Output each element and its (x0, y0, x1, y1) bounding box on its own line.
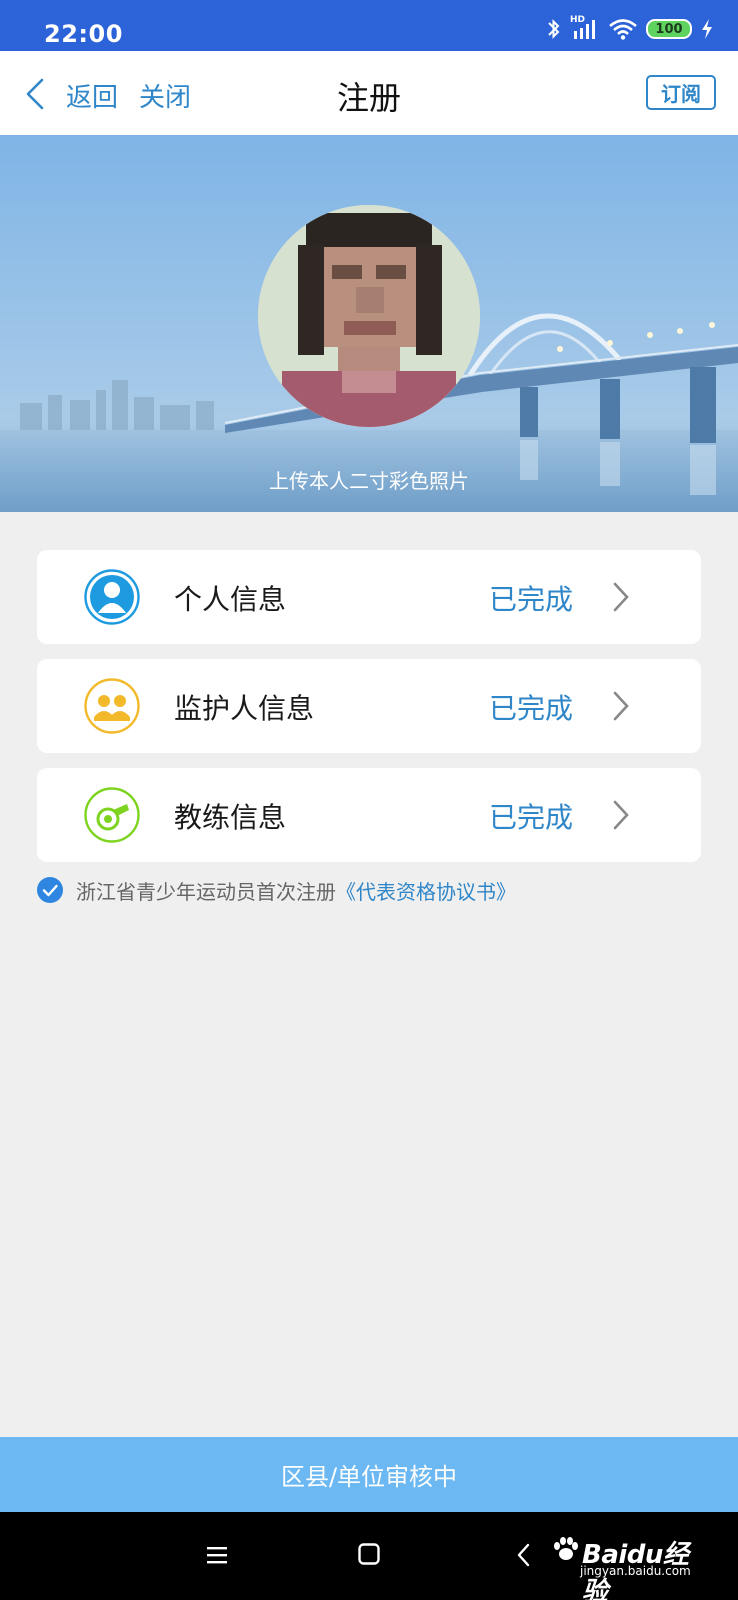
checkbox-checked-icon[interactable] (37, 877, 63, 903)
card-label: 监护人信息 (174, 692, 315, 725)
card-status: 已完成 (489, 692, 574, 725)
back-nav-icon[interactable] (515, 1542, 531, 1568)
chevron-right-icon (613, 582, 629, 612)
guardian-icon (84, 678, 140, 734)
person-icon (84, 569, 140, 625)
upload-photo-caption[interactable]: 上传本人二寸彩色照片 (0, 465, 738, 494)
review-status-button[interactable]: 区县/单位审核中 (0, 1437, 738, 1512)
card-status: 已完成 (489, 583, 574, 616)
baidu-watermark: Baidu经验 jingyan.baidu.com (552, 1534, 702, 1600)
page-title: 注册 (336, 79, 401, 117)
signal-icon: HD (570, 15, 600, 41)
watermark-site: jingyan.baidu.com (580, 1564, 691, 1578)
status-time: 22:00 (44, 20, 123, 48)
charging-icon (702, 19, 712, 39)
personal-info-card[interactable]: 个人信息 已完成 (37, 550, 701, 644)
menu-icon[interactable] (205, 1544, 229, 1566)
subscribe-button[interactable]: 订阅 (646, 75, 716, 110)
nav-bar: 返回 关闭 注册 订阅 (0, 51, 738, 135)
card-status: 已完成 (489, 801, 574, 834)
wifi-icon (609, 19, 637, 40)
status-icons: HD 100 (546, 15, 714, 41)
photo-banner: 上传本人二寸彩色照片 (0, 135, 738, 512)
guardian-info-card[interactable]: 监护人信息 已完成 (37, 659, 701, 753)
coach-info-card[interactable]: 教练信息 已完成 (37, 768, 701, 862)
home-icon[interactable] (357, 1542, 381, 1566)
paw-icon (554, 1537, 578, 1560)
agreement-link[interactable]: 《代表资格协议书》 (336, 876, 516, 905)
whistle-icon (84, 787, 140, 843)
pixelated-portrait-image (258, 205, 480, 427)
chevron-right-icon (613, 691, 629, 721)
agreement-text: 浙江省青少年运动员首次注册 (76, 879, 336, 904)
card-label: 个人信息 (174, 583, 287, 616)
status-bar: 22:00 HD 100 (0, 0, 738, 51)
chevron-right-icon (613, 800, 629, 830)
agreement-row: 浙江省青少年运动员首次注册 《代表资格协议书》 (37, 876, 516, 904)
system-nav-bar: Baidu经验 jingyan.baidu.com (0, 1512, 738, 1600)
bluetooth-icon (548, 19, 560, 39)
profile-photo[interactable] (258, 205, 480, 427)
battery-icon: 100 (646, 19, 692, 39)
card-label: 教练信息 (174, 801, 287, 834)
